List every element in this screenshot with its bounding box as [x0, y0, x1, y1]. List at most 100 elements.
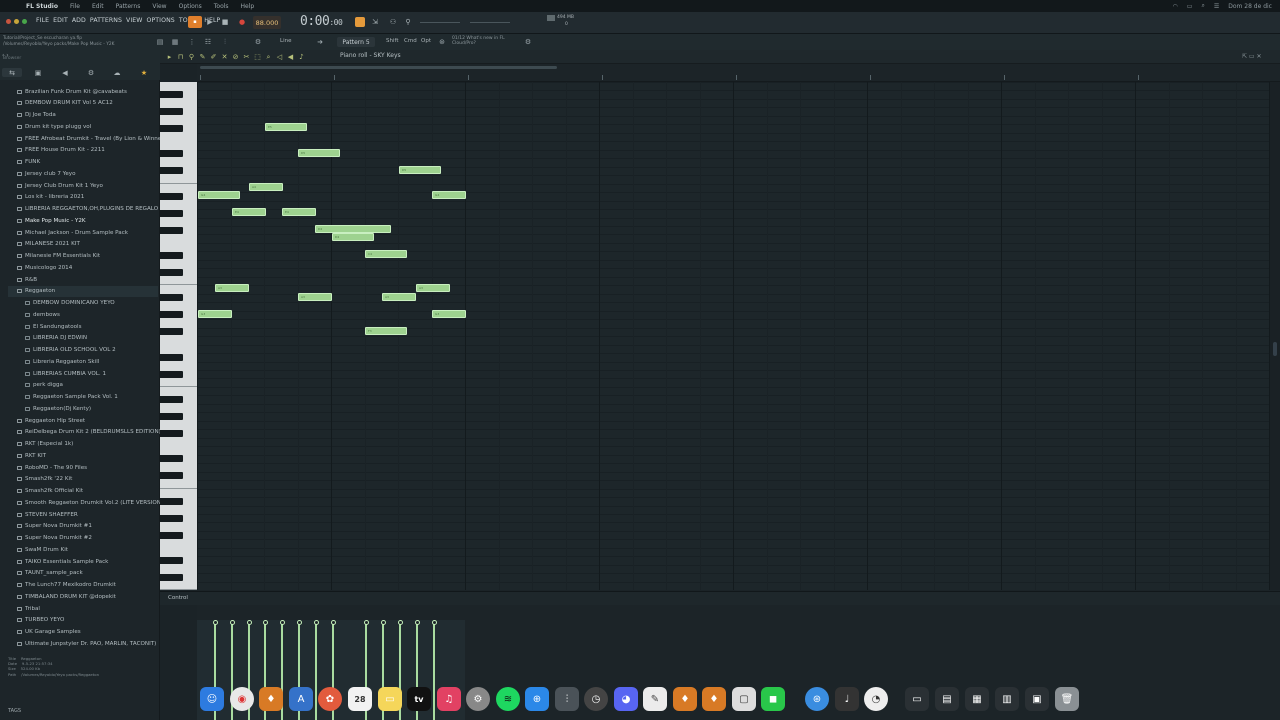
velocity-handle[interactable]	[262, 620, 268, 625]
velocity-handle[interactable]	[313, 620, 319, 625]
note-grid[interactable]: E5 D5 D5 A4 G4 G4 E4 E4 D4 D4 C4 A3 A3 A3 A3 G3 G3 F3	[197, 82, 1270, 590]
browser-folder-item[interactable]: Super Nova Drumkit #2	[17, 533, 92, 544]
piano-roll-note[interactable]: G4	[432, 191, 466, 200]
record-button[interactable]: ●	[237, 17, 247, 27]
browser-folder-item[interactable]: FREE Afrobeat Drumkit - Travel (By Lion …	[17, 133, 166, 144]
photos-icon[interactable]: ✿	[318, 687, 342, 711]
script-editor-icon[interactable]: ✎	[643, 687, 667, 711]
pat-song-toggle[interactable]: ▪	[188, 16, 202, 28]
browser-folder-item[interactable]: TURBEO YEYO	[17, 615, 64, 626]
velocity-handle[interactable]	[330, 620, 336, 625]
browser-folder-item[interactable]: Jersey Club Drum Kit 1 Yeyo	[17, 180, 103, 191]
piano-roll-note[interactable]: D5	[399, 165, 441, 174]
fl-menu-edit[interactable]: EDIT	[53, 17, 68, 24]
close-window-icon[interactable]	[6, 19, 11, 24]
calendar-icon[interactable]: 28	[348, 687, 372, 711]
black-key[interactable]	[160, 472, 183, 480]
browser-files-icon[interactable]: ▣	[28, 68, 48, 77]
timeline-ruler[interactable]	[197, 64, 1280, 82]
browser-cloud-icon[interactable]: ☁	[107, 68, 127, 77]
notes-icon[interactable]: ▭	[378, 687, 402, 711]
black-key[interactable]	[160, 209, 183, 217]
browser-folder-item[interactable]: Super Nova Drumkit #1	[17, 521, 92, 532]
browser-folder-item[interactable]: FREE House Drum Kit - 2211	[17, 145, 105, 156]
black-key[interactable]	[160, 294, 183, 302]
browser-plugins-icon[interactable]: ⚙	[81, 68, 101, 77]
browser-folder-item[interactable]: Drum kit type plugg vol	[17, 121, 91, 132]
search-icon[interactable]: ⌕	[1201, 2, 1204, 10]
velocity-handle[interactable]	[363, 620, 369, 625]
browser-folder-item[interactable]: Smash2fk Official Kit	[17, 486, 83, 497]
metronome-icon[interactable]	[355, 17, 365, 27]
black-key[interactable]	[160, 167, 183, 175]
browser-folder-item[interactable]: Dj Joe Toda	[17, 110, 56, 121]
piano-roll-note[interactable]: G3	[432, 309, 466, 318]
piano-roll-note[interactable]: D4	[332, 233, 374, 242]
wait-input-icon[interactable]: ⇲	[370, 17, 380, 27]
browser-folder-item[interactable]: Reggaeton Sample Pack Vol. 1	[25, 392, 118, 403]
fl-studio-second-icon[interactable]: ♦	[702, 687, 726, 711]
screen-window-icon[interactable]: ▦	[965, 687, 989, 711]
channel-rack-icon[interactable]: ⋮	[187, 37, 197, 47]
browser-folder-item[interactable]: dembows	[25, 309, 60, 320]
browser-folder-item[interactable]: Tribal	[17, 603, 40, 614]
mute-tool-icon[interactable]: ⊘	[231, 52, 240, 62]
minimize-window-icon[interactable]	[14, 19, 19, 24]
preview-icon[interactable]: ▢	[732, 687, 756, 711]
browser-search[interactable]: Browser	[3, 56, 21, 61]
piano-roll-menu-icon[interactable]: ▸	[165, 52, 174, 62]
browser-all-button[interactable]: ⇆	[2, 68, 22, 77]
clock-icon[interactable]: ◷	[584, 687, 608, 711]
black-key[interactable]	[160, 413, 183, 421]
shift-key-toggle[interactable]: Shift	[386, 38, 399, 44]
mac-menu-file[interactable]: File	[64, 3, 86, 10]
pencil-tool-icon[interactable]: ✎	[198, 52, 207, 62]
piano-roll-note[interactable]: E4	[282, 208, 316, 217]
horizontal-scroll-bar[interactable]	[200, 66, 557, 69]
mac-menu-help[interactable]: Help	[235, 3, 261, 10]
browser-folder-item[interactable]: TAUNT_sample_pack	[17, 568, 83, 579]
cmd-key-toggle[interactable]: Cmd	[404, 38, 417, 44]
black-key[interactable]	[160, 269, 183, 277]
browser-folder-item[interactable]: RoboMD - The 90 Files	[17, 462, 87, 473]
vertical-scroll-thumb[interactable]	[1273, 342, 1277, 356]
discord-icon[interactable]: ◕	[614, 687, 638, 711]
browser-folder-item[interactable]: FUNK	[17, 157, 40, 168]
battery-icon[interactable]: ▭	[1187, 3, 1193, 10]
browser-folder-item[interactable]: STEVEN SHAEFFER	[17, 509, 78, 520]
piano-roll-note[interactable]: G4	[198, 191, 240, 200]
stop-button[interactable]: ■	[220, 17, 230, 27]
piano-roll-note[interactable]: A3	[382, 292, 416, 301]
plugin-picker-icon[interactable]: ⚙	[253, 37, 263, 47]
browser-folder-item[interactable]: Brazilian Funk Drum Kit @cavabeats	[17, 86, 127, 97]
apple-tv-icon[interactable]: tv	[407, 687, 431, 711]
mixer-icon[interactable]: ☷	[203, 37, 213, 47]
browser-folder-item[interactable]: RKT (Especial 1k)	[17, 439, 73, 450]
browser-folder-item[interactable]: UK Garage Samples	[17, 627, 81, 638]
browser-folder-item[interactable]: LIBRERIA DJ EDWIN	[25, 333, 87, 344]
black-key[interactable]	[160, 353, 183, 361]
paint-brush-icon[interactable]: ✐	[209, 52, 218, 62]
browser-folder-item[interactable]: The Lunch77 Mexikodro Drumkit	[17, 580, 116, 591]
window-controls[interactable]: ⇱ ▭ ✕	[1242, 53, 1278, 61]
harp-icon[interactable]: ♩	[835, 687, 859, 711]
piano-roll-note[interactable]: A4	[249, 182, 283, 191]
black-key[interactable]	[160, 108, 183, 116]
music-icon[interactable]: ♫	[437, 687, 461, 711]
piano-roll-note[interactable]: E4	[232, 208, 266, 217]
browser-folder-item[interactable]: TIMBALAND DRUM KIT @dopekit	[17, 591, 116, 602]
piano-roll-icon[interactable]: ▦	[170, 37, 180, 47]
browser-folder-item[interactable]: Reggaeton	[8, 285, 158, 297]
trash-icon[interactable]: 🗑	[1055, 687, 1079, 711]
browser-folder-item[interactable]: perk digga	[25, 380, 63, 391]
chrome-icon[interactable]: ◉	[230, 687, 254, 711]
black-key[interactable]	[160, 429, 183, 437]
recent-window-icon[interactable]: ▭	[905, 687, 929, 711]
downloads-folder-icon[interactable]: ▤	[935, 687, 959, 711]
piano-roll-note[interactable]: D5	[298, 148, 340, 157]
step-edit-icon[interactable]: ⚲	[403, 17, 413, 27]
piano-roll-note[interactable]: A3	[215, 284, 249, 293]
browser-folder-item[interactable]: Los kit - libreria 2021	[17, 192, 84, 203]
browser-folder-item[interactable]: SwaM Drum Kit	[17, 544, 68, 555]
velocity-handle[interactable]	[397, 620, 403, 625]
